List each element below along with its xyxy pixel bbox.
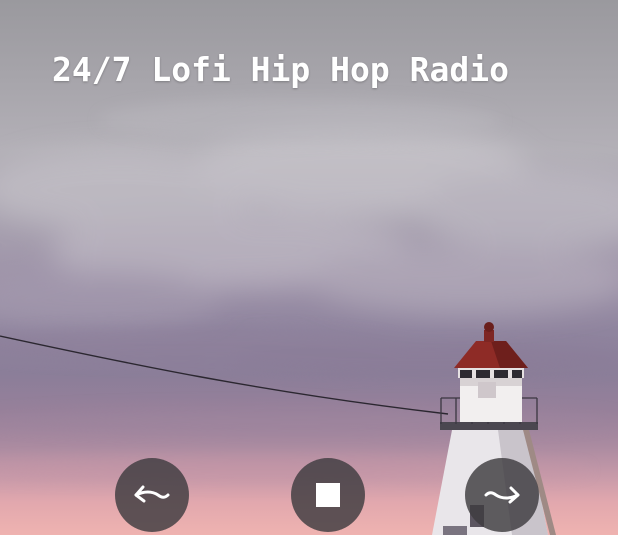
curly-arrow-right-icon — [484, 486, 520, 504]
stop-icon — [316, 483, 340, 507]
stop-button[interactable] — [291, 458, 365, 532]
station-title: 24/7 Lofi Hip Hop Radio — [52, 50, 509, 89]
curly-arrow-left-icon — [134, 485, 170, 503]
next-button[interactable] — [465, 458, 539, 532]
previous-button[interactable] — [115, 458, 189, 532]
background-scene: 24/7 Lofi Hip Hop Radio — [0, 0, 618, 535]
